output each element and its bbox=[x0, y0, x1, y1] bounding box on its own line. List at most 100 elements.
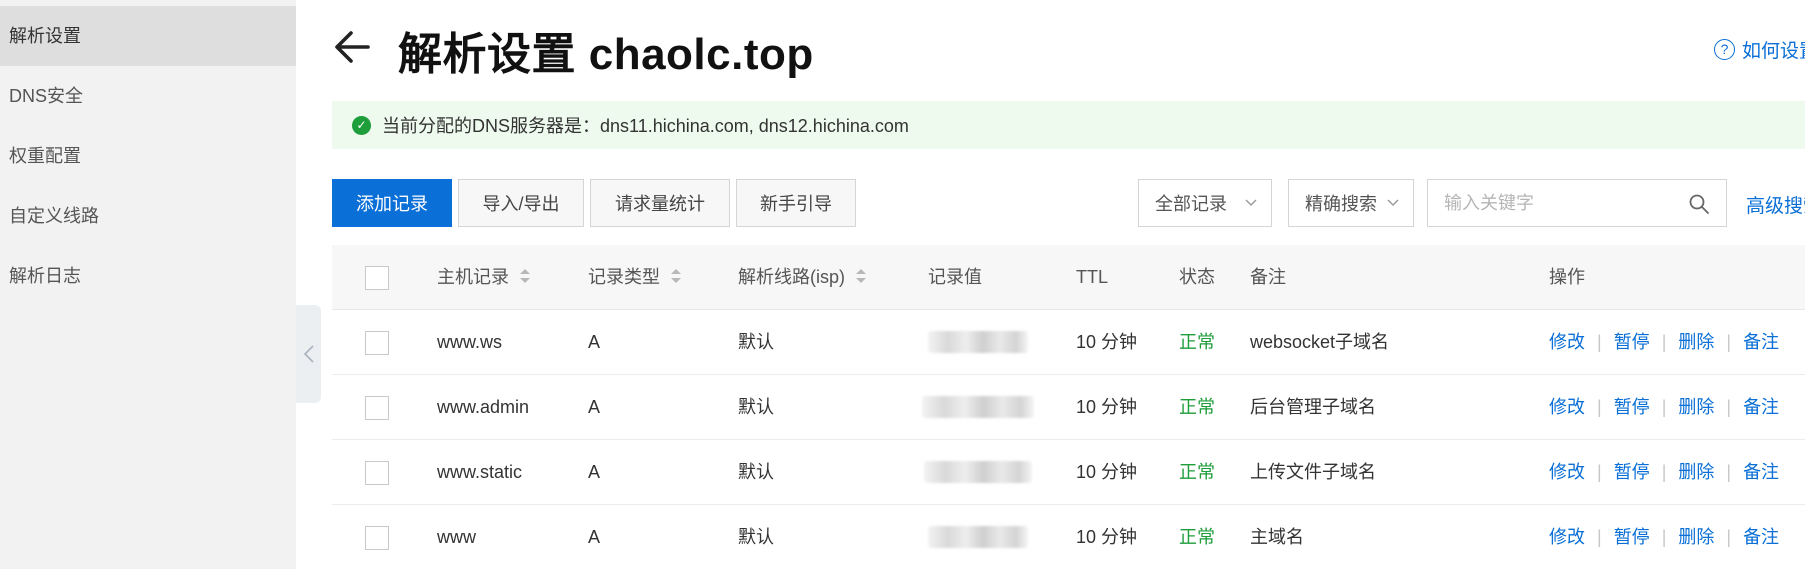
pause-link[interactable]: 暂停 bbox=[1614, 397, 1650, 417]
cell-type: A bbox=[588, 332, 601, 352]
row-checkbox[interactable] bbox=[365, 461, 389, 485]
main-content: 解析设置 chaolc.top ? 如何设置 ✓ 当前分配的DNS服务器是：dn… bbox=[296, 0, 1805, 569]
cell-ttl: 10 分钟 bbox=[1076, 527, 1138, 547]
cell-line: 默认 bbox=[738, 527, 774, 547]
header-host-label: 主机记录 bbox=[437, 267, 509, 287]
question-circle-icon: ? bbox=[1714, 39, 1735, 60]
sidebar-item-dns-security[interactable]: DNS安全 bbox=[0, 66, 296, 126]
remark-link[interactable]: 备注 bbox=[1743, 527, 1779, 547]
separator: | bbox=[1661, 332, 1667, 352]
back-arrow-icon[interactable] bbox=[332, 26, 374, 68]
import-export-button[interactable]: 导入/导出 bbox=[458, 179, 584, 227]
select-all-checkbox[interactable] bbox=[365, 266, 389, 290]
remark-link[interactable]: 备注 bbox=[1743, 462, 1779, 482]
sidebar-item-custom-line[interactable]: 自定义线路 bbox=[0, 186, 296, 246]
cell-type: A bbox=[588, 527, 601, 547]
separator: | bbox=[1661, 397, 1667, 417]
sort-icon[interactable] bbox=[519, 266, 531, 286]
remark-link[interactable]: 备注 bbox=[1743, 332, 1779, 352]
header-host[interactable]: 主机记录 bbox=[437, 245, 531, 310]
cell-status: 正常 bbox=[1179, 397, 1215, 417]
row-checkbox[interactable] bbox=[365, 331, 389, 355]
cell-host: www bbox=[437, 527, 476, 547]
advanced-search-link[interactable]: 高级搜索 bbox=[1746, 191, 1805, 218]
separator: | bbox=[1597, 397, 1602, 417]
separator: | bbox=[1661, 527, 1667, 547]
sidebar: 解析设置 DNS安全 权重配置 自定义线路 解析日志 bbox=[0, 0, 296, 569]
separator: | bbox=[1726, 397, 1732, 417]
search-mode-select[interactable]: 精确搜索 bbox=[1288, 179, 1414, 227]
table-header: 主机记录 记录类型 解析线路(isp) 记录值 TTL 状态 备注 操作 bbox=[332, 245, 1805, 310]
cell-value-masked bbox=[924, 461, 1032, 483]
header-type-label: 记录类型 bbox=[588, 267, 660, 287]
header-value: 记录值 bbox=[928, 267, 982, 287]
cell-ttl: 10 分钟 bbox=[1076, 332, 1138, 352]
beginner-guide-button[interactable]: 新手引导 bbox=[736, 179, 856, 227]
sort-icon[interactable] bbox=[670, 266, 682, 286]
cell-remark: 上传文件子域名 bbox=[1250, 462, 1376, 482]
search-icon[interactable] bbox=[1688, 193, 1710, 215]
remark-link[interactable]: 备注 bbox=[1743, 397, 1779, 417]
header-ttl: TTL bbox=[1076, 267, 1109, 287]
row-actions: 修改 | 暂停 | 删除 | 备注 bbox=[1549, 375, 1779, 440]
separator: | bbox=[1597, 527, 1602, 547]
delete-link[interactable]: 删除 bbox=[1678, 397, 1714, 417]
cell-host: www.ws bbox=[437, 332, 503, 352]
edit-link[interactable]: 修改 bbox=[1549, 397, 1585, 417]
row-actions: 修改 | 暂停 | 删除 | 备注 bbox=[1549, 440, 1779, 505]
separator: | bbox=[1597, 462, 1602, 482]
header-type[interactable]: 记录类型 bbox=[588, 245, 682, 310]
cell-host: www.admin bbox=[437, 397, 530, 417]
edit-link[interactable]: 修改 bbox=[1549, 462, 1585, 482]
delete-link[interactable]: 删除 bbox=[1678, 527, 1714, 547]
chevron-down-icon bbox=[1245, 199, 1257, 206]
edit-link[interactable]: 修改 bbox=[1549, 527, 1585, 547]
pause-link[interactable]: 暂停 bbox=[1614, 527, 1650, 547]
cell-value-masked bbox=[922, 396, 1034, 418]
cell-host: www.static bbox=[437, 462, 523, 482]
sidebar-item-dns-log[interactable]: 解析日志 bbox=[0, 246, 296, 306]
table-row: www A 默认 10 分钟 正常 主域名 修改 | 暂停 | 删除 | 备注 bbox=[332, 505, 1805, 569]
cell-line: 默认 bbox=[738, 332, 774, 352]
table-row: www.ws A 默认 10 分钟 正常 websocket子域名 修改 | 暂停 |… bbox=[332, 310, 1805, 375]
help-link-label: 如何设置 bbox=[1742, 41, 1805, 62]
request-stats-button[interactable]: 请求量统计 bbox=[590, 179, 730, 227]
add-record-button[interactable]: 添加记录 bbox=[332, 179, 452, 227]
header-line[interactable]: 解析线路(isp) bbox=[738, 245, 867, 310]
search-box bbox=[1427, 179, 1727, 227]
cell-status: 正常 bbox=[1179, 332, 1215, 352]
table-row: www.static A 默认 10 分钟 正常 上传文件子域名 修改 | 暂停 | 删… bbox=[332, 440, 1805, 505]
dns-records-table: 主机记录 记录类型 解析线路(isp) 记录值 TTL 状态 备注 操作 www… bbox=[332, 245, 1805, 569]
header-status: 状态 bbox=[1179, 267, 1215, 287]
delete-link[interactable]: 删除 bbox=[1678, 332, 1714, 352]
cell-line: 默认 bbox=[738, 462, 774, 482]
sidebar-item-dns-settings[interactable]: 解析设置 bbox=[0, 6, 296, 66]
delete-link[interactable]: 删除 bbox=[1678, 462, 1714, 482]
search-mode-value: 精确搜索 bbox=[1305, 194, 1377, 214]
check-circle-icon: ✓ bbox=[352, 115, 371, 135]
header-line-label: 解析线路(isp) bbox=[738, 267, 845, 287]
cell-remark: websocket子域名 bbox=[1250, 332, 1390, 352]
cell-status: 正常 bbox=[1179, 527, 1215, 547]
help-link[interactable]: ? 如何设置 bbox=[1714, 36, 1805, 63]
pause-link[interactable]: 暂停 bbox=[1614, 332, 1650, 352]
sort-icon[interactable] bbox=[855, 266, 867, 286]
table-row: www.admin A 默认 10 分钟 正常 后台管理子域名 修改 | 暂停 | 删除… bbox=[332, 375, 1805, 440]
pause-link[interactable]: 暂停 bbox=[1614, 462, 1650, 482]
sidebar-item-weight-config[interactable]: 权重配置 bbox=[0, 126, 296, 186]
cell-status: 正常 bbox=[1179, 462, 1215, 482]
cell-remark: 主域名 bbox=[1250, 527, 1304, 547]
separator: | bbox=[1661, 462, 1667, 482]
keyword-search-input[interactable] bbox=[1428, 180, 1668, 226]
row-checkbox[interactable] bbox=[365, 526, 389, 550]
row-actions: 修改 | 暂停 | 删除 | 备注 bbox=[1549, 505, 1779, 569]
header-actions: 操作 bbox=[1549, 267, 1585, 287]
separator: | bbox=[1726, 527, 1732, 547]
header-remark: 备注 bbox=[1250, 267, 1286, 287]
row-actions: 修改 | 暂停 | 删除 | 备注 bbox=[1549, 310, 1779, 375]
cell-remark: 后台管理子域名 bbox=[1250, 397, 1376, 417]
record-filter-select[interactable]: 全部记录 bbox=[1138, 179, 1272, 227]
row-checkbox[interactable] bbox=[365, 396, 389, 420]
separator: | bbox=[1726, 462, 1732, 482]
edit-link[interactable]: 修改 bbox=[1549, 332, 1585, 352]
